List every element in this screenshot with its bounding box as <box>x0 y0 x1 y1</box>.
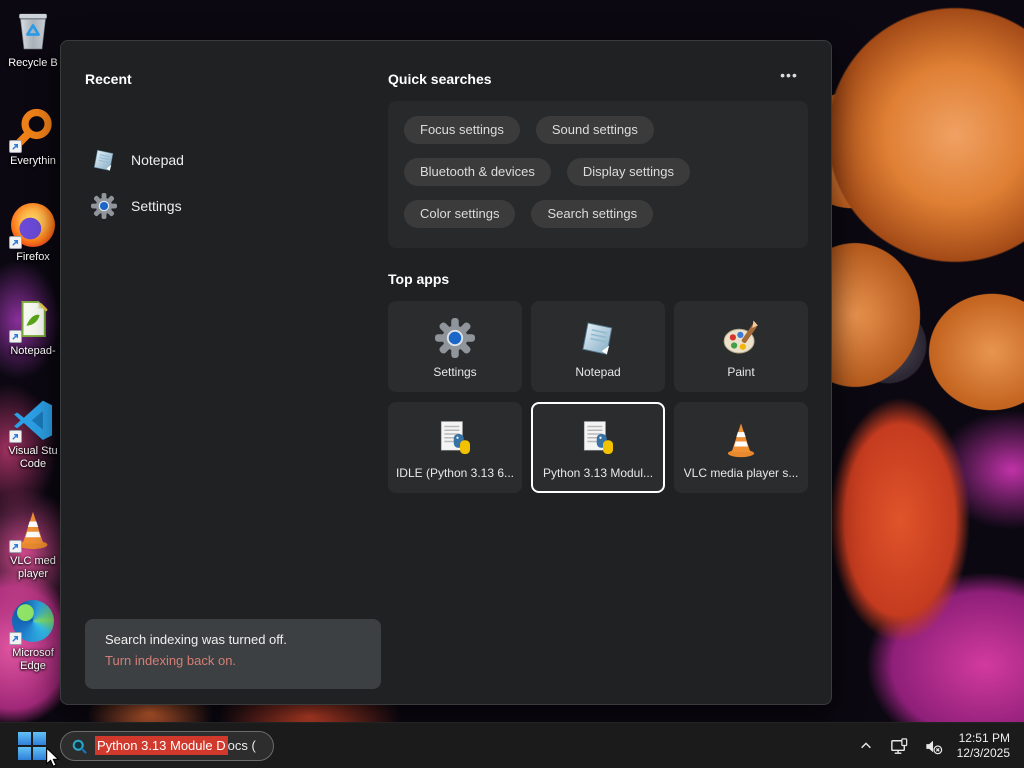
shortcut-arrow-icon <box>9 236 22 249</box>
hidden-icons-chevron[interactable] <box>855 735 877 757</box>
turn-indexing-on-link[interactable]: Turn indexing back on. <box>105 653 361 668</box>
top-app-label: Python 3.13 Modul... <box>542 466 654 480</box>
notepad-icon <box>93 149 114 171</box>
desktop-icon-everything[interactable]: Everythin <box>2 106 64 168</box>
desktop-icon-microsoft-edge[interactable]: Microsof Edge <box>2 598 64 673</box>
top-app-tile-notepad[interactable]: Notepad <box>531 301 665 392</box>
top-app-label: Settings <box>433 365 477 379</box>
everything-magnifier-icon <box>9 106 56 153</box>
top-app-tile-idle-python[interactable]: IDLE (Python 3.13 6... <box>388 402 522 493</box>
volume-muted-icon[interactable] <box>923 735 945 757</box>
microsoft-edge-icon <box>9 598 56 645</box>
indexing-notice-text: Search indexing was turned off. <box>105 632 287 647</box>
system-tray: 12:51 PM 12/3/2025 <box>855 723 1024 768</box>
desktop-icon-label: Visual Stu Code <box>8 445 58 470</box>
desktop-icon-label: Firefox <box>16 251 50 263</box>
taskbar: Python 3.13 Module Docs ( 12:51 PM 12/3/… <box>0 722 1024 768</box>
indexing-notice: Search indexing was turned off. Turn ind… <box>85 619 381 689</box>
top-app-tile-paint[interactable]: Paint <box>674 301 808 392</box>
quick-search-pill[interactable]: Focus settings <box>404 116 520 144</box>
top-app-tile-vlc[interactable]: VLC media player s... <box>674 402 808 493</box>
desktop-icon-firefox[interactable]: Firefox <box>2 202 64 264</box>
desktop-screen: { "desktop": { "icons": [ { "name": "rec… <box>0 0 1024 768</box>
search-input-selected-text[interactable]: Python 3.13 Module D <box>95 736 228 755</box>
clock-date: 12/3/2025 <box>956 746 1010 760</box>
clock-time: 12:51 PM <box>958 731 1010 745</box>
notepad-icon <box>582 322 613 355</box>
top-app-label: Notepad <box>575 365 621 379</box>
start-button[interactable] <box>17 731 47 761</box>
taskbar-search-box[interactable]: Python 3.13 Module Docs ( <box>60 731 274 761</box>
search-flyout-panel: Recent Notepad Settings Quick searches •… <box>60 40 832 705</box>
gear-icon <box>435 318 475 358</box>
desktop-icon-label: Notepad- <box>10 345 56 357</box>
firefox-icon <box>9 202 56 249</box>
windows-logo-icon <box>18 732 31 745</box>
top-apps-title: Top apps <box>388 271 450 287</box>
shortcut-arrow-icon <box>9 540 22 553</box>
visual-studio-code-icon <box>9 396 56 443</box>
recycle-bin-icon <box>10 8 56 54</box>
recent-item-notepad[interactable]: Notepad <box>85 143 345 177</box>
gear-icon <box>91 193 117 219</box>
top-app-tile-settings[interactable]: Settings <box>388 301 522 392</box>
desktop-icon-label: VLC med player <box>10 555 56 580</box>
shortcut-arrow-icon <box>9 632 22 645</box>
python-doc-icon <box>583 421 613 454</box>
recent-item-settings[interactable]: Settings <box>85 189 345 223</box>
quick-search-pill[interactable]: Color settings <box>404 200 516 228</box>
desktop-icon-label: Everythin <box>10 155 56 167</box>
quick-search-pill[interactable]: Sound settings <box>535 116 654 144</box>
quick-search-pill[interactable]: Bluetooth & devices <box>404 158 551 186</box>
top-app-label: VLC media player s... <box>683 466 799 480</box>
quick-searches-title: Quick searches <box>388 71 492 87</box>
quick-search-pill[interactable]: Display settings <box>566 158 690 186</box>
search-icon <box>72 739 87 754</box>
recent-item-label: Notepad <box>131 152 184 168</box>
top-app-label: Paint <box>727 365 755 379</box>
desktop-icon-vlc-media-player[interactable]: VLC med player <box>2 506 64 581</box>
top-app-tile-python-module-docs[interactable]: Python 3.13 Modul... <box>531 402 665 493</box>
traffic-cone-icon <box>727 423 755 458</box>
desktop-icon-notepad-plus-plus[interactable]: Notepad- <box>2 296 64 358</box>
python-doc-icon <box>440 421 470 454</box>
shortcut-arrow-icon <box>9 140 22 153</box>
desktop-icon-label: Recycle B <box>8 57 58 69</box>
clock[interactable]: 12:51 PM 12/3/2025 <box>957 731 1010 761</box>
shortcut-arrow-icon <box>9 430 22 443</box>
shortcut-arrow-icon <box>9 330 22 343</box>
quick-searches-card: Focus settings Sound settings Bluetooth … <box>388 101 808 248</box>
top-app-label: IDLE (Python 3.13 6... <box>395 466 515 480</box>
recent-item-label: Settings <box>131 198 182 214</box>
notepad-plus-plus-icon <box>9 296 56 343</box>
desktop-icon-visual-studio-code[interactable]: Visual Stu Code <box>2 396 64 471</box>
desktop-icon-label: Microsof Edge <box>12 647 54 672</box>
quick-search-pill[interactable]: Search settings <box>531 200 654 228</box>
desktop-icon-recycle-bin[interactable]: Recycle B <box>2 8 64 70</box>
more-options-icon[interactable]: ••• <box>775 67 803 87</box>
mouse-cursor <box>44 746 61 768</box>
recent-section-title: Recent <box>85 71 132 87</box>
top-apps-grid: Settings Notepad Paint IDLE (Python 3.13… <box>388 301 808 493</box>
traffic-cone-icon <box>9 506 56 553</box>
paint-palette-icon <box>723 320 758 354</box>
network-icon[interactable] <box>889 735 911 757</box>
search-input-text[interactable]: ocs ( <box>228 738 256 753</box>
